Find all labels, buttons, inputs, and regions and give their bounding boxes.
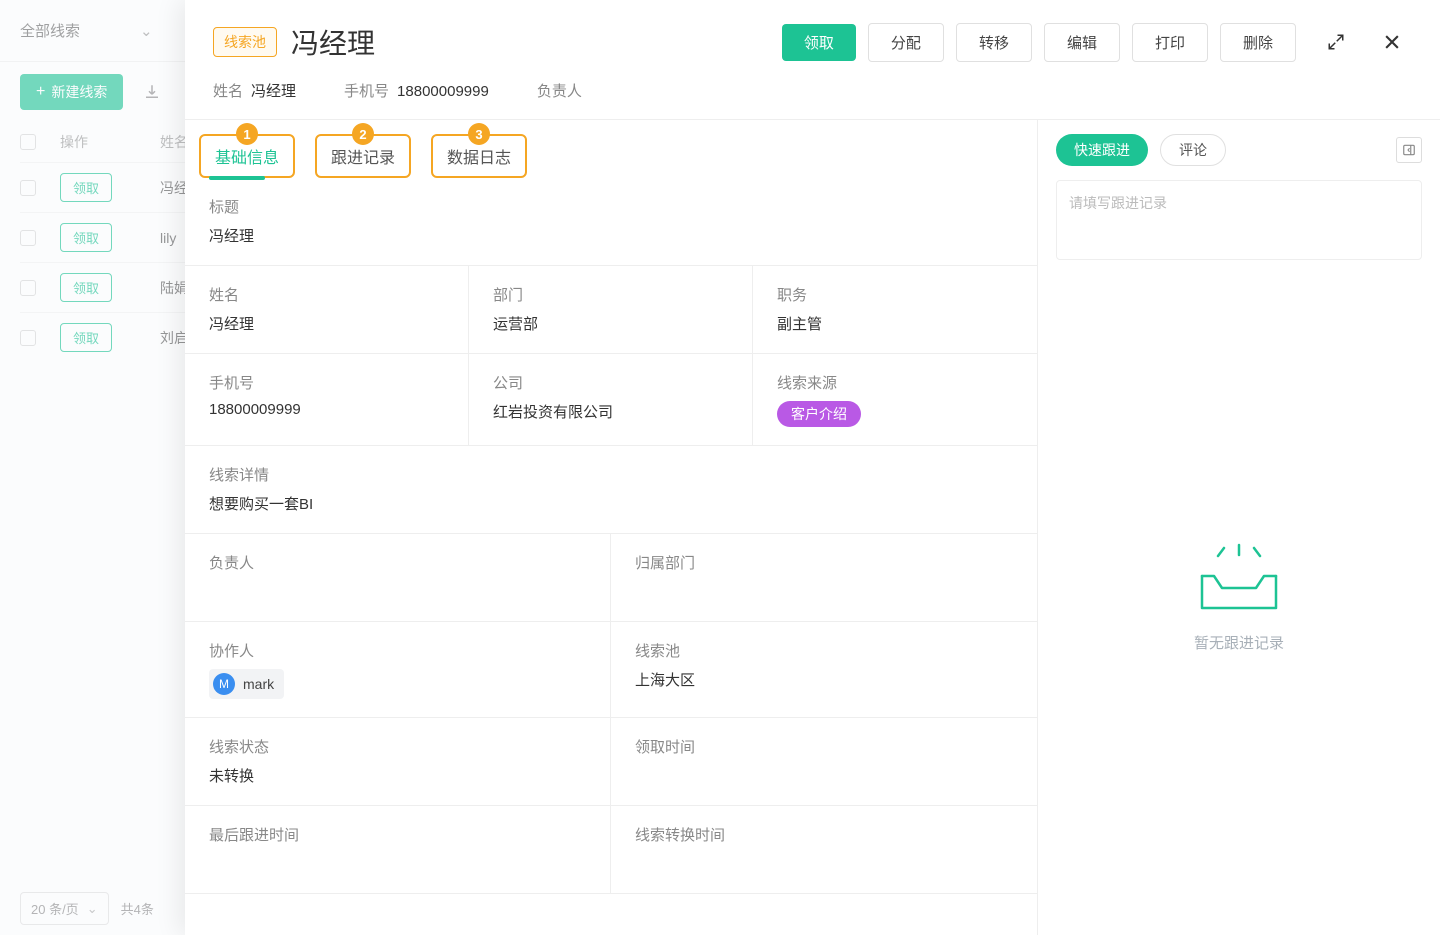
field-company-value: 红岩投资有限公司	[493, 401, 728, 423]
field-phone-label: 手机号	[209, 372, 444, 393]
follow-note-input[interactable]: 请填写跟进记录	[1056, 180, 1422, 260]
collaborator-name: mark	[243, 676, 274, 692]
field-owner-label: 负责人	[209, 552, 586, 573]
collapse-panel-icon[interactable]	[1396, 137, 1422, 163]
pool-tag: 线索池	[213, 27, 277, 57]
detail-scroll[interactable]: 标题 冯经理 姓名 冯经理 部门 运营部 职务 副主管	[185, 178, 1037, 935]
new-lead-button[interactable]: + 新建线索	[20, 74, 123, 110]
avatar: M	[213, 673, 235, 695]
download-icon[interactable]	[143, 83, 161, 101]
collaborator-chip[interactable]: M mark	[209, 669, 284, 699]
field-status-value: 未转换	[209, 765, 586, 787]
lead-detail-panel: 线索池 冯经理 领取 分配 转移 编辑 打印 删除 姓名冯经理 手机号18800…	[185, 0, 1440, 935]
field-collab-label: 协作人	[209, 640, 586, 661]
row-checkbox[interactable]	[20, 280, 36, 296]
field-phone-value: 18800009999	[209, 401, 444, 423]
row-checkbox[interactable]	[20, 180, 36, 196]
tab-badge-1: 1	[236, 123, 258, 145]
field-lastfollow-label: 最后跟进时间	[209, 824, 586, 845]
field-status-label: 线索状态	[209, 736, 586, 757]
filter-label: 全部线索	[20, 20, 80, 41]
close-icon[interactable]	[1376, 26, 1408, 58]
claim-button[interactable]: 领取	[782, 24, 856, 61]
quick-follow-button[interactable]: 快速跟进	[1056, 134, 1148, 166]
row-checkbox[interactable]	[20, 230, 36, 246]
transfer-button[interactable]: 转移	[956, 23, 1032, 62]
summary-phone-value: 18800009999	[397, 83, 489, 100]
field-pool-value: 上海大区	[635, 669, 1013, 691]
summary-name-label: 姓名	[213, 83, 243, 100]
field-company-label: 公司	[493, 372, 728, 393]
summary-row: 姓名冯经理 手机号 18800009999 负责人	[185, 80, 1440, 119]
summary-owner-label: 负责人	[537, 83, 582, 100]
page-title: 冯经理	[291, 22, 375, 62]
total-count: 共4条	[121, 899, 154, 918]
tab-badge-3: 3	[468, 123, 490, 145]
field-lastfollow-value	[209, 853, 586, 875]
field-position-value: 副主管	[777, 313, 1013, 335]
filter-all-leads[interactable]: 全部线索 ⌄	[20, 20, 153, 41]
empty-text: 暂无跟进记录	[1194, 632, 1284, 653]
field-source-label: 线索来源	[777, 372, 1013, 393]
row-claim-button[interactable]: 领取	[60, 273, 112, 302]
field-pool-label: 线索池	[635, 640, 1013, 661]
field-name-value: 冯经理	[209, 313, 444, 335]
delete-button[interactable]: 删除	[1220, 23, 1296, 62]
print-button[interactable]: 打印	[1132, 23, 1208, 62]
field-detail-value: 想要购买一套BI	[209, 493, 1013, 515]
field-dept-value: 运营部	[493, 313, 728, 335]
source-pill: 客户介绍	[777, 401, 861, 427]
col-op: 操作	[60, 132, 160, 152]
field-owndept-value	[635, 581, 1013, 603]
row-name: 冯经	[160, 178, 188, 198]
select-all-checkbox[interactable]	[20, 134, 36, 150]
field-claimtime-label: 领取时间	[635, 736, 1013, 757]
page-size-select[interactable]: 20 条/页⌄	[20, 892, 109, 925]
row-name: 陆娟	[160, 278, 188, 298]
assign-button[interactable]: 分配	[868, 23, 944, 62]
field-convtime-value	[635, 853, 1013, 875]
row-checkbox[interactable]	[20, 330, 36, 346]
empty-state: 暂无跟进记录	[1038, 260, 1440, 935]
field-convtime-label: 线索转换时间	[635, 824, 1013, 845]
row-claim-button[interactable]: 领取	[60, 323, 112, 352]
field-position-label: 职务	[777, 284, 1013, 305]
chevron-down-icon: ⌄	[87, 901, 98, 917]
field-owndept-label: 归属部门	[635, 552, 1013, 573]
field-name-label: 姓名	[209, 284, 444, 305]
field-detail-label: 线索详情	[209, 464, 1013, 485]
field-title-value: 冯经理	[209, 225, 1013, 247]
edit-button[interactable]: 编辑	[1044, 23, 1120, 62]
field-claimtime-value	[635, 765, 1013, 787]
inbox-icon	[1194, 542, 1284, 616]
row-claim-button[interactable]: 领取	[60, 173, 112, 202]
tab-badge-2: 2	[352, 123, 374, 145]
row-name: 刘启	[160, 328, 188, 348]
summary-name-value: 冯经理	[251, 83, 296, 100]
field-owner-value	[209, 581, 586, 603]
row-claim-button[interactable]: 领取	[60, 223, 112, 252]
row-name: lily	[160, 230, 176, 246]
expand-icon[interactable]	[1320, 26, 1352, 58]
summary-phone-label: 手机号	[344, 83, 389, 100]
comment-button[interactable]: 评论	[1160, 134, 1226, 166]
new-lead-label: 新建线索	[51, 82, 107, 102]
field-title-label: 标题	[209, 196, 1013, 217]
plus-icon: +	[36, 83, 45, 101]
field-dept-label: 部门	[493, 284, 728, 305]
chevron-down-icon: ⌄	[140, 22, 153, 40]
